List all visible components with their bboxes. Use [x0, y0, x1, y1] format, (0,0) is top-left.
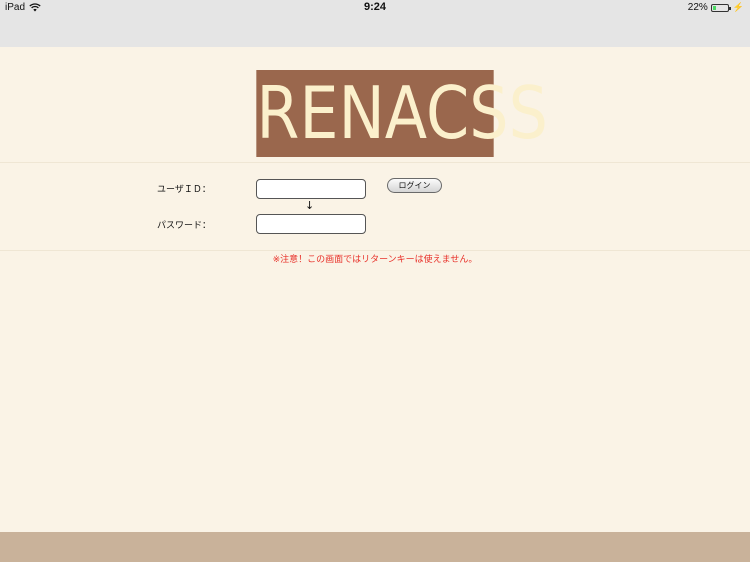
user-id-input[interactable]	[256, 179, 366, 199]
status-time: 9:24	[363, 1, 387, 13]
footer-bar	[0, 532, 750, 562]
renacss-logo: RENACSS	[256, 70, 548, 157]
logo-text: RENACSS	[256, 71, 548, 155]
battery-icon	[710, 3, 731, 12]
user-id-label: ユーザＩＤ：	[157, 185, 211, 195]
bottom-divider	[0, 250, 750, 251]
password-input[interactable]	[256, 214, 366, 234]
battery-fill	[712, 5, 716, 10]
password-label: パスワード：	[157, 221, 212, 231]
bolt-icon: ⚡	[732, 2, 744, 12]
down-arrow: ↓	[305, 199, 315, 212]
top-divider	[0, 162, 750, 163]
battery-percent: 22%	[687, 2, 708, 13]
status-right: 22% ⚡	[688, 2, 744, 13]
status-bar: iPad 9:24 22% ⚡	[0, 0, 750, 47]
return-key-warning: ※注意！この画面ではリターンキーは使えません。	[272, 255, 478, 265]
login-button[interactable]: ログイン	[387, 178, 442, 193]
